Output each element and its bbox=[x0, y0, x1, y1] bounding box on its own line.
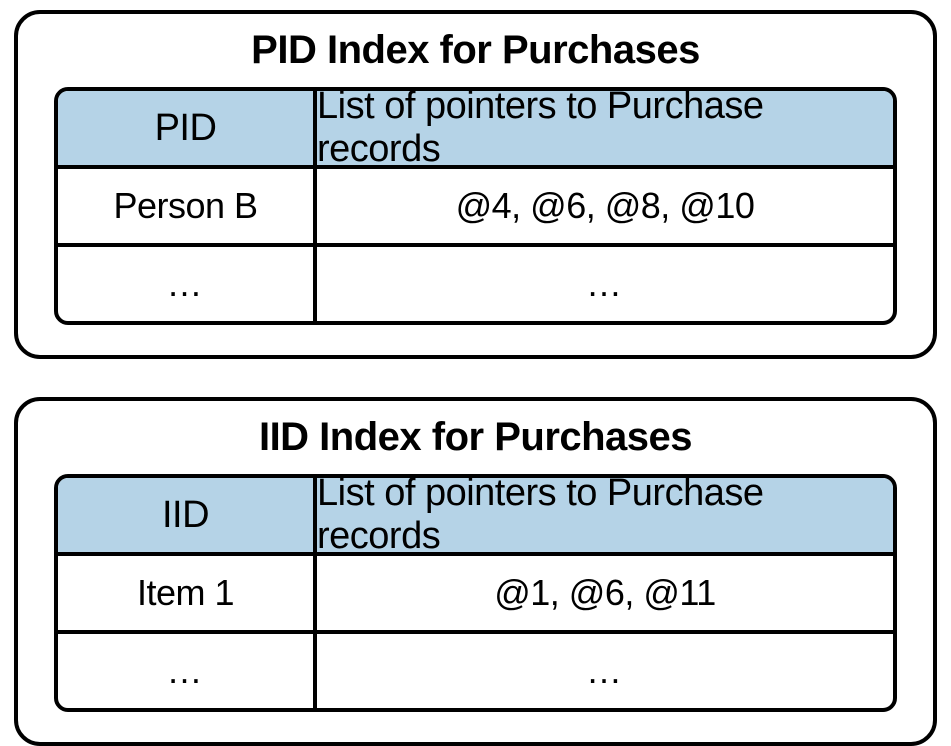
pid-row1-value: … bbox=[317, 247, 893, 321]
pid-row0-value: @4, @6, @8, @10 bbox=[317, 169, 893, 243]
iid-index-panel: IID Index for Purchases IID List of poin… bbox=[14, 397, 937, 746]
iid-header-key: IID bbox=[58, 478, 317, 552]
iid-row1-value: … bbox=[317, 634, 893, 708]
iid-index-title: IID Index for Purchases bbox=[54, 415, 897, 460]
pid-header-value: List of pointers to Purchase records bbox=[317, 91, 893, 165]
iid-index-row: Item 1 @1, @6, @11 bbox=[58, 552, 893, 630]
pid-row0-key: Person B bbox=[58, 169, 317, 243]
pid-index-panel: PID Index for Purchases PID List of poin… bbox=[14, 10, 937, 359]
iid-row1-key: … bbox=[58, 634, 317, 708]
iid-index-header-row: IID List of pointers to Purchase records bbox=[58, 478, 893, 552]
iid-row0-value: @1, @6, @11 bbox=[317, 556, 893, 630]
pid-index-header-row: PID List of pointers to Purchase records bbox=[58, 91, 893, 165]
pid-index-row: Person B @4, @6, @8, @10 bbox=[58, 165, 893, 243]
pid-row1-key: … bbox=[58, 247, 317, 321]
pid-index-table: PID List of pointers to Purchase records… bbox=[54, 87, 897, 325]
pid-index-row-ellipsis: … … bbox=[58, 243, 893, 321]
iid-header-value: List of pointers to Purchase records bbox=[317, 478, 893, 552]
iid-index-row-ellipsis: … … bbox=[58, 630, 893, 708]
iid-row0-key: Item 1 bbox=[58, 556, 317, 630]
pid-index-title: PID Index for Purchases bbox=[54, 28, 897, 73]
iid-index-table: IID List of pointers to Purchase records… bbox=[54, 474, 897, 712]
pid-header-key: PID bbox=[58, 91, 317, 165]
